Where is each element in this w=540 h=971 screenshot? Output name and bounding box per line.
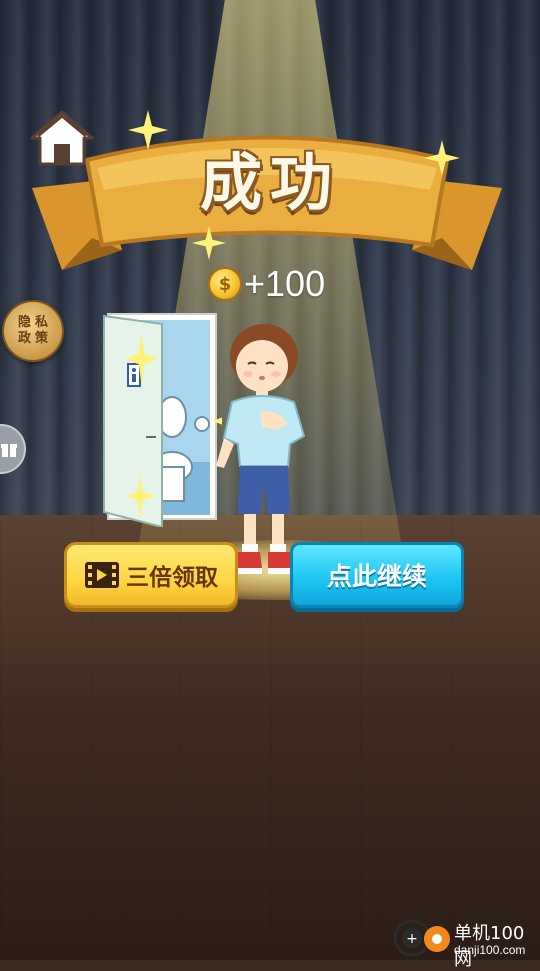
sparkle-icon [424,140,460,176]
home-icon[interactable] [30,108,94,168]
coin-reward: $ +100 [208,262,325,306]
continue-label: 点此继续 [326,562,427,591]
watermark-orange-icon [424,926,450,952]
restroom-door-illustration [103,313,222,527]
triple-reward-label: 三倍领取 [126,565,218,591]
privacy-label-line2: 政策 [17,331,52,346]
gift-icon [1,444,17,457]
svg-text:+: + [406,931,418,947]
continue-button[interactable]: 点此继续 [290,542,464,608]
sparkle-icon [128,110,168,150]
watermark-en-text: danji100.com [454,943,526,957]
coin-icon: $ [208,267,242,301]
video-icon [85,562,119,588]
privacy-policy-button[interactable]: 隐私 政策 [2,300,64,362]
privacy-label-line1: 隐私 [17,315,52,330]
site-watermark: + 单机100网 danji100.com [392,916,540,970]
reward-amount: +100 [244,263,326,304]
sparkle-icon [192,226,226,260]
triple-reward-button[interactable]: 三倍领取 [64,542,238,608]
